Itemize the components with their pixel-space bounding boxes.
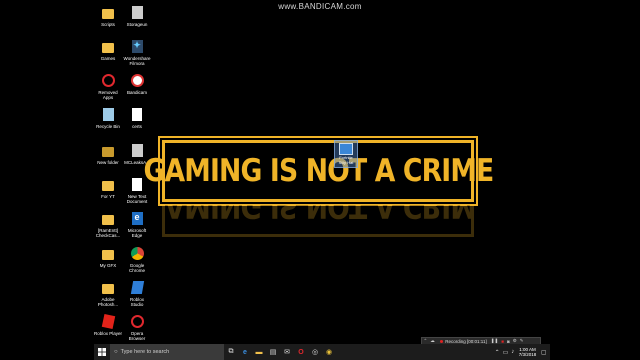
folder-dark-icon	[101, 142, 115, 158]
desktop-icon-label: New folder	[97, 160, 119, 165]
search-icon: ○	[114, 349, 118, 355]
desktop-icon-label: Games	[100, 56, 116, 61]
taskbar-store[interactable]: ▤	[266, 344, 280, 360]
store-icon: ▤	[269, 349, 277, 356]
desktop-icon-ramentt[interactable]: [RamEntt] CheckCas...	[94, 210, 122, 238]
desktop-icon-recycle-bin[interactable]: Recycle Bin	[94, 106, 122, 129]
folder-icon	[101, 210, 115, 226]
desktop-icon-label: Recycle Bin	[96, 124, 120, 129]
desktop-icon-label: Microsoft Edge	[127, 228, 147, 238]
desktop-icon-label: New Text Document	[126, 194, 148, 204]
mail-icon: ✉	[284, 349, 290, 356]
desktop-icon-label: Removed Apps	[98, 90, 118, 100]
taskbar-search[interactable]: ○ Type here to search	[110, 344, 224, 360]
desktop-icon-roblox-studio[interactable]: Roblox Studio	[123, 279, 151, 307]
desktop-icon-photoshop[interactable]: Adobe Photosh...	[94, 279, 122, 307]
app-roblox-icon	[101, 313, 115, 329]
desktop-icon-my-gfx[interactable]: My GFX	[94, 245, 122, 268]
desktop-icon-label: Google Chrome	[128, 263, 145, 273]
doc-icon	[130, 176, 144, 192]
exe-icon	[130, 4, 144, 20]
app-opera-icon	[101, 72, 115, 88]
task-view-icon: ⧉	[228, 348, 234, 355]
camera-icon[interactable]: ◙	[507, 339, 510, 344]
action-center-icon[interactable]: ▢	[541, 349, 547, 356]
folder-icon	[101, 176, 115, 192]
task-view-button[interactable]: ⧉	[224, 344, 238, 360]
taskbar-steam[interactable]: ◎	[308, 344, 322, 360]
desktop-icon-label: Opera Browser	[128, 331, 146, 341]
app-opera-icon	[130, 313, 144, 329]
app-chrome-icon	[130, 245, 144, 261]
search-placeholder: Type here to search	[120, 349, 170, 355]
recording-label: Recording [00:01:11]	[445, 338, 487, 344]
desktop-icon-label: Wondershare Filmora	[123, 56, 151, 66]
desktop-icon-label: certs	[132, 124, 142, 129]
start-button[interactable]	[94, 344, 110, 360]
taskbar-edge[interactable]: e	[238, 344, 252, 360]
folder-icon	[101, 279, 115, 295]
show-hidden-icons-icon[interactable]: ⌃	[495, 349, 500, 356]
wallpaper-reflection: GAMING IS NOT A CRIME	[162, 205, 474, 237]
exe-icon	[130, 142, 144, 158]
windows-icon	[98, 348, 106, 356]
opera-icon: O	[298, 348, 304, 356]
desktop-icon-new-folder[interactable]: New folder	[94, 142, 122, 165]
app-filmora-icon: ✦	[130, 38, 144, 54]
volume-icon[interactable]: ♪	[511, 349, 514, 355]
wallpaper-banner: GAMING IS NOT A CRIME	[143, 140, 494, 202]
desktop-icon-chrome[interactable]: Google Chrome	[123, 245, 151, 273]
stop-icon[interactable]: ■	[501, 339, 504, 344]
edge-icon: e	[243, 348, 247, 356]
doc-icon	[130, 106, 144, 122]
shortcut-icon	[339, 143, 353, 155]
taskbar-clock[interactable]: 1:00 AM 7/3/2018	[519, 347, 537, 358]
desktop-icon-certs[interactable]: certs	[123, 106, 151, 129]
folder-icon: ▬	[255, 348, 263, 356]
taskbar-explorer[interactable]: ▬	[252, 344, 266, 360]
desktop-icon-label: Scripts	[101, 22, 115, 27]
clock-date: 7/3/2018	[518, 352, 537, 357]
desktop-icon-removed-apps[interactable]: Removed Apps	[94, 72, 122, 100]
recycle-icon	[101, 106, 115, 122]
desktop-icon-storageun[interactable]: Storageun	[123, 4, 151, 27]
desktop-icon-label: Storageun	[126, 22, 148, 27]
steam-icon: ◎	[311, 349, 319, 356]
selected-desktop-icon[interactable]: Fortnite Silly Hat	[334, 140, 358, 168]
folder-icon	[101, 4, 115, 20]
desktop-icon-for-yt[interactable]: For YT	[94, 176, 122, 199]
app-edge-icon: e	[130, 210, 144, 226]
desktop-icon-games[interactable]: Games	[94, 38, 122, 61]
desktop-icon-label: Bandicam	[126, 90, 147, 95]
folder-icon	[101, 245, 115, 261]
taskbar: ○ Type here to search ⧉ e ▬ ▤ ✉ O ◎ ◉ ⌃ …	[94, 344, 550, 360]
desktop-icon-label: Adobe Photosh...	[97, 297, 119, 307]
desktop-icon-label: For YT	[101, 194, 115, 199]
app-bandicam-icon	[130, 72, 144, 88]
wallpaper-text: GAMING IS NOT A CRIME	[143, 153, 494, 189]
desktop-icon-roblox-player[interactable]: Roblox Player	[94, 313, 122, 336]
taskbar-chrome[interactable]: ◉	[322, 344, 336, 360]
network-icon[interactable]: ▭	[503, 349, 509, 356]
system-tray: ⌃ ▭ ♪ 1:00 AM 7/3/2018 ▢	[493, 344, 550, 360]
selected-icon-label: Fortnite Silly Hat	[338, 155, 354, 165]
desktop-icon-edge[interactable]: e Microsoft Edge	[123, 210, 151, 238]
desktop-icon-wondershare[interactable]: ✦ Wondershare Filmora	[123, 38, 151, 66]
record-indicator-icon	[440, 339, 444, 343]
desktop-icon-scripts[interactable]: Scripts	[94, 4, 122, 27]
desktop-icon-label: Roblox Studio	[129, 297, 144, 307]
chrome-icon: ◉	[325, 349, 333, 356]
taskbar-mail[interactable]: ✉	[280, 344, 294, 360]
folder-icon	[101, 38, 115, 54]
desktop-icon-label: [RamEntt] CheckCas...	[95, 228, 121, 238]
desktop-icon-label: Roblox Player	[94, 331, 123, 336]
app-studio-icon	[130, 279, 144, 295]
taskbar-opera[interactable]: O	[294, 344, 308, 360]
desktop-icon-label: My GFX	[99, 263, 117, 268]
desktop-icon-bandicam[interactable]: Bandicam	[123, 72, 151, 95]
desktop-icon-opera[interactable]: Opera Browser	[123, 313, 151, 341]
